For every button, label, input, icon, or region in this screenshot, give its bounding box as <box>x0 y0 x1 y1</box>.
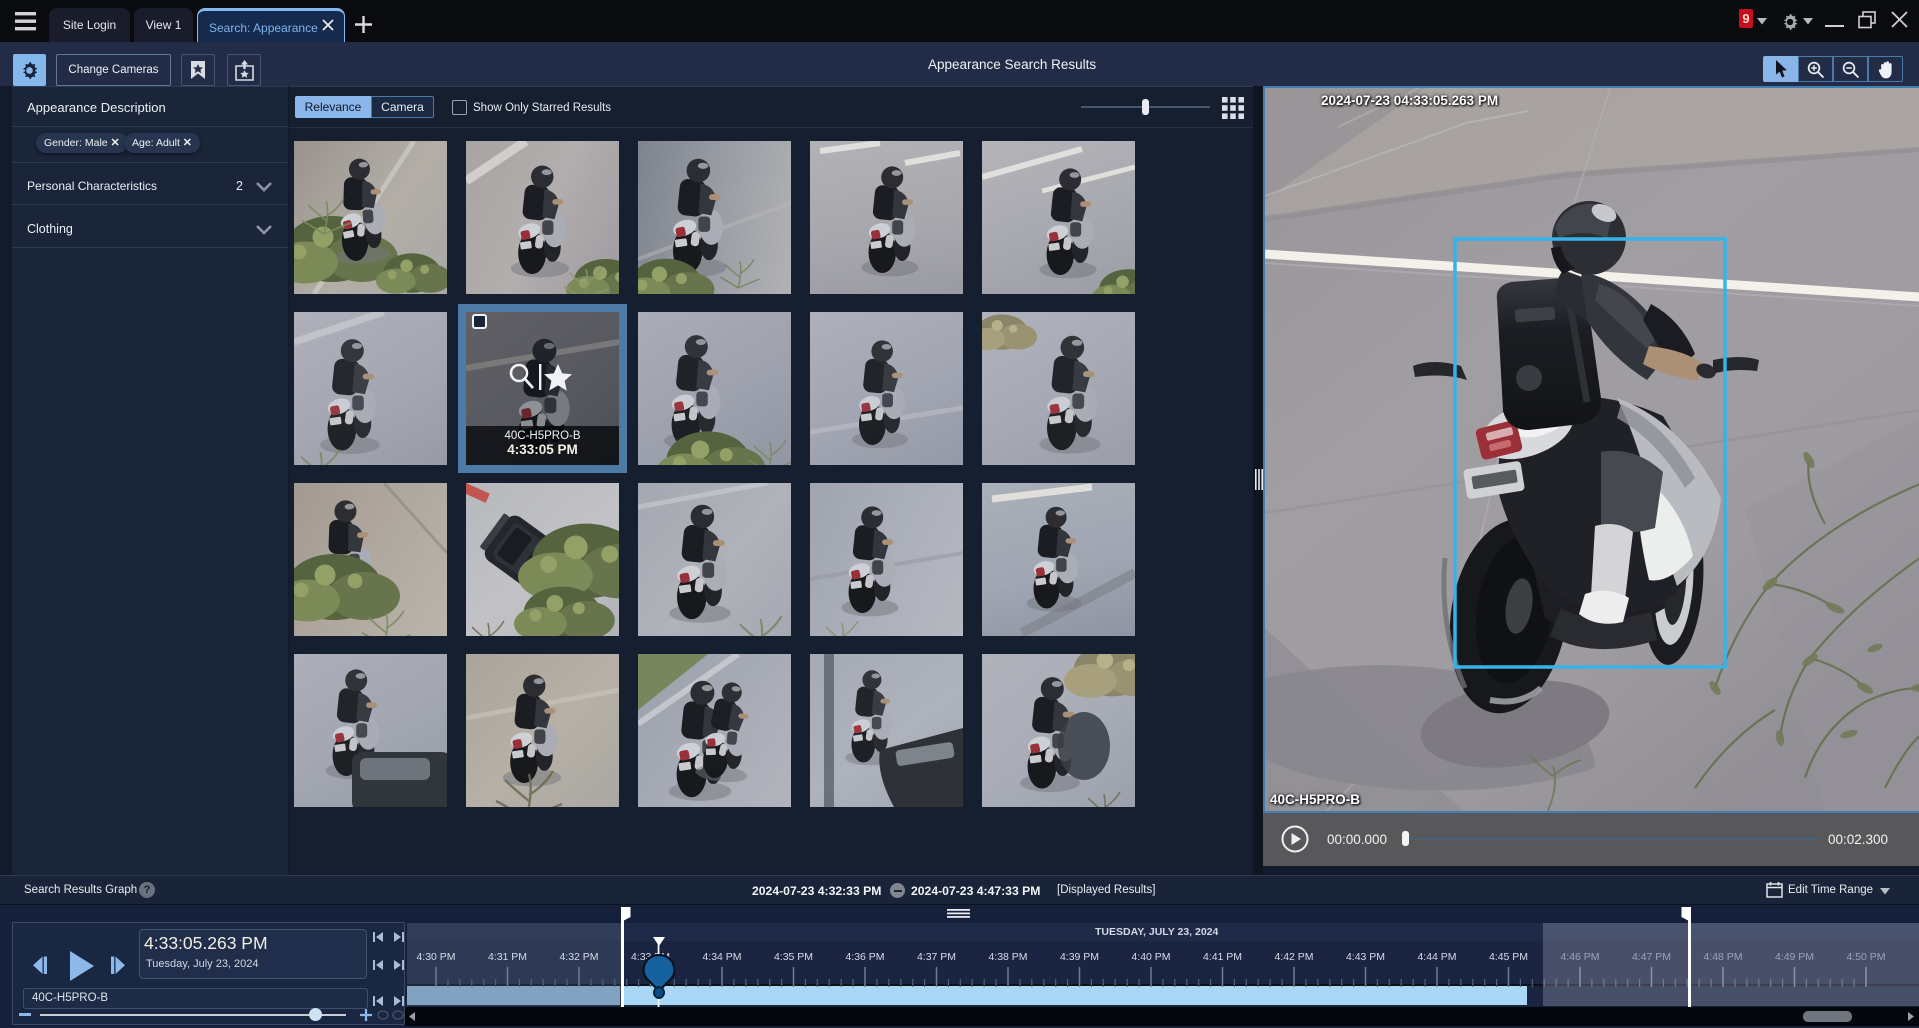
svg-text:4:49 PM: 4:49 PM <box>1775 951 1814 963</box>
svg-text:4:31 PM: 4:31 PM <box>488 951 527 963</box>
svg-text:4:44 PM: 4:44 PM <box>1417 951 1456 963</box>
svg-text:4:41 PM: 4:41 PM <box>1203 951 1242 963</box>
svg-text:4:37 PM: 4:37 PM <box>917 951 956 963</box>
svg-text:4:42 PM: 4:42 PM <box>1274 951 1313 963</box>
svg-text:4:39 PM: 4:39 PM <box>1060 951 1099 963</box>
svg-text:4:36 PM: 4:36 PM <box>845 951 884 963</box>
svg-text:4:32 PM: 4:32 PM <box>559 951 598 963</box>
svg-text:4:47 PM: 4:47 PM <box>1632 951 1671 963</box>
svg-text:4:30 PM: 4:30 PM <box>416 951 455 963</box>
svg-text:4:50 PM: 4:50 PM <box>1846 951 1885 963</box>
svg-text:4:35 PM: 4:35 PM <box>774 951 813 963</box>
svg-text:4:48 PM: 4:48 PM <box>1703 951 1742 963</box>
svg-text:4:34 PM: 4:34 PM <box>702 951 741 963</box>
svg-text:4:46 PM: 4:46 PM <box>1560 951 1599 963</box>
svg-text:4:43 PM: 4:43 PM <box>1346 951 1385 963</box>
svg-text:4:38 PM: 4:38 PM <box>988 951 1027 963</box>
svg-text:4:40 PM: 4:40 PM <box>1131 951 1170 963</box>
svg-text:4:45 PM: 4:45 PM <box>1489 951 1528 963</box>
